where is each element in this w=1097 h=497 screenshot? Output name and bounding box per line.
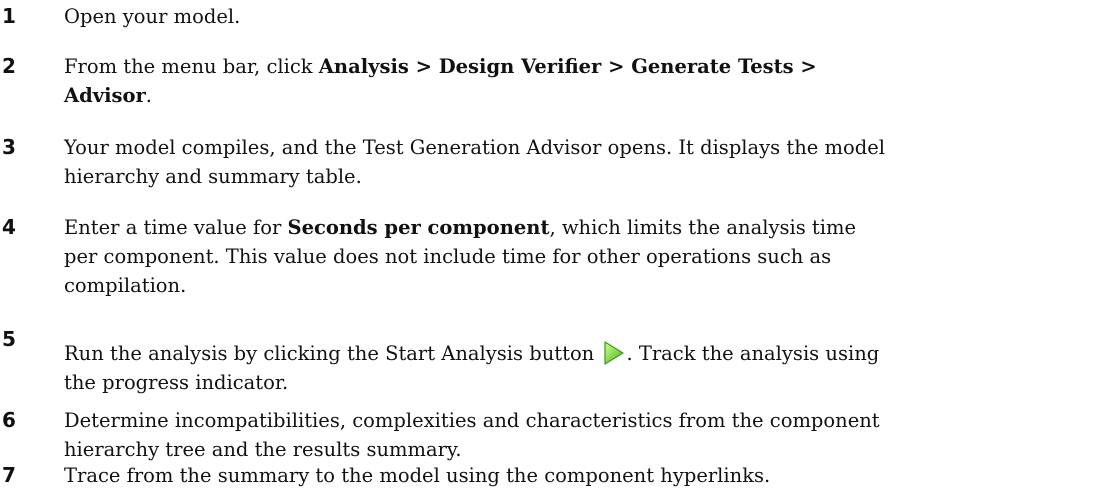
step-number: 7 [2,463,16,487]
step-text: Enter a time value for Seconds per compo… [64,213,1094,300]
step-4-line-2: per component. This value does not inclu… [64,245,832,268]
step-6-line-2: hierarchy tree and the results summary. [64,438,462,461]
step-5-text-after: . Track the analysis using [626,342,880,365]
step-5-line-2: the progress indicator. [64,371,289,394]
step-text: Open your model. [64,2,1094,31]
seconds-per-component-label: Seconds per component [287,216,550,239]
step-text: Your model compiles, and the Test Genera… [64,133,1094,191]
step-number: 5 [2,327,16,351]
step-2-text-after: . [145,84,152,107]
step-number: 4 [2,215,16,239]
step-2-text-before: From the menu bar, click [64,55,319,78]
step-4-line-3: compilation. [64,274,187,297]
step-6-line-1: Determine incompatibilities, complexitie… [64,409,880,432]
step-3-line-1: Your model compiles, and the Test Genera… [64,136,886,159]
step-1-line: Open your model. [64,5,241,28]
step-number: 1 [2,4,16,28]
step-7-line-1: Trace from the summary to the model usin… [64,464,771,487]
step-4-text-before: Enter a time value for [64,216,288,239]
menu-path-last: Advisor [64,84,146,107]
start-analysis-play-icon [603,341,625,365]
step-number: 3 [2,135,16,159]
step-3-line-2: hierarchy and summary table. [64,165,362,188]
menu-path: Analysis > Design Verifier > Generate Te… [318,55,817,78]
step-text: From the menu bar, click Analysis > Desi… [64,52,1094,110]
step-number: 6 [2,408,16,432]
step-text: Run the analysis by clicking the Start A… [64,339,1094,397]
step-text: Trace from the summary to the model usin… [64,461,1094,490]
step-5-text-before: Run the analysis by clicking the Start A… [64,342,601,365]
step-number: 2 [2,54,16,78]
step-4-line-1-after: , which limits the analysis time [549,216,857,239]
step-text: Determine incompatibilities, complexitie… [64,406,1094,464]
